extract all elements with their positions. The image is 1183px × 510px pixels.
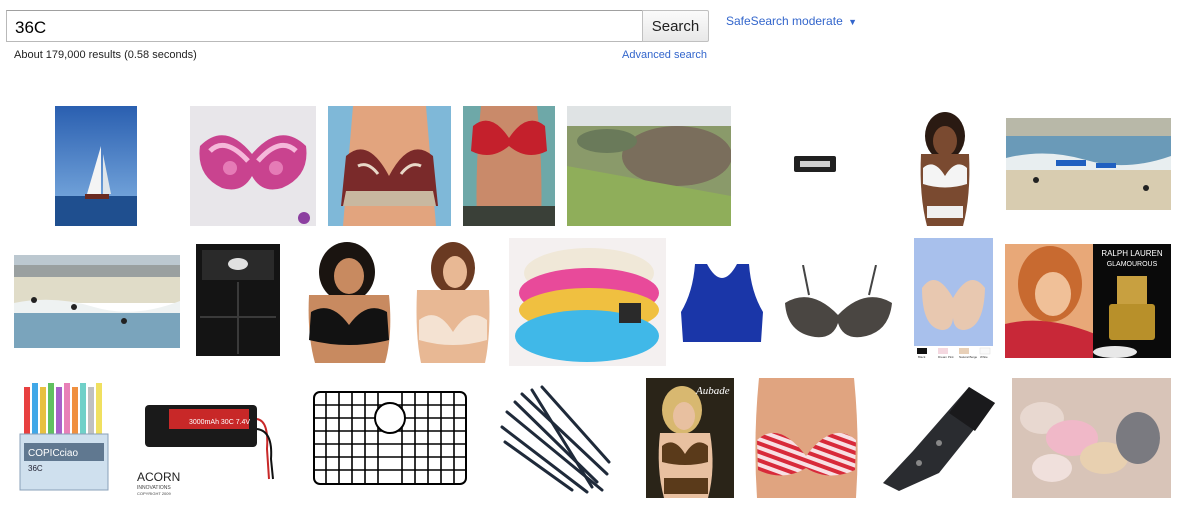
image-result-knife-sheath[interactable] (879, 383, 999, 492)
lingerie-brand-text: Aubade (695, 385, 730, 397)
image-result-lingerie-ad[interactable]: Aubade (646, 378, 734, 498)
search-input[interactable] (6, 10, 642, 42)
image-result-perfume[interactable]: RALPH LAUREN GLAMOUROUS (1005, 244, 1171, 358)
image-result-woman-white-bra[interactable] (909, 106, 981, 226)
image-result-beach-buildings[interactable] (14, 255, 180, 348)
swatch-label: Dream Pink (938, 355, 954, 359)
swatch-label: White (980, 355, 988, 359)
image-result-woman-black-bra[interactable] (299, 240, 397, 363)
image-result-colorful-bras[interactable] (509, 238, 666, 366)
battery-label-text: 3000mAh 30C 7.4V (189, 419, 250, 426)
perfume-brand-text: RALPH LAUREN (1101, 249, 1163, 258)
image-result-sailboat[interactable] (55, 106, 137, 226)
image-result-field-landscape[interactable] (567, 106, 731, 226)
image-result-striped-bikini[interactable] (749, 378, 864, 498)
search-button[interactable]: Search (642, 10, 709, 42)
image-result-markers[interactable]: COPICciao 36C (14, 379, 118, 498)
image-result-blue-sports-bra[interactable] (679, 262, 765, 342)
image-result-cable-ties[interactable] (497, 382, 612, 495)
image-result-battery[interactable]: 3000mAh 30C 7.4V ACORN INNOVATIONS COPYR… (129, 379, 296, 498)
marker-brand-text: COPICciao (28, 448, 78, 459)
chevron-down-icon: ▼ (848, 17, 858, 27)
image-result-beige-bra-swatches[interactable]: Black Dream Pink Natural Beige White (914, 238, 993, 359)
safesearch-label: SafeSearch moderate (726, 14, 843, 28)
battery-brand-text: ACORN (137, 470, 180, 484)
battery-copyright-text: COPYRIGHT 2009 (137, 491, 171, 496)
swatch-label: Black (918, 355, 926, 359)
image-result-beach-surfers[interactable] (1006, 118, 1171, 210)
advanced-search-link[interactable]: Advanced search (622, 49, 707, 61)
image-result-grey-bra[interactable] (781, 265, 896, 341)
marker-count-text: 36C (28, 464, 43, 473)
swatch-label: Natural Beige (959, 355, 978, 359)
image-result-woman-nude-bra[interactable] (409, 240, 497, 363)
safesearch-dropdown[interactable]: SafeSearch moderate ▼ (726, 14, 857, 28)
image-result-device[interactable] (794, 156, 836, 172)
image-result-sink-grid[interactable] (311, 388, 469, 488)
image-result-bras-on-sheet[interactable] (1012, 378, 1171, 498)
image-result-speaker-cabinet[interactable] (190, 242, 283, 365)
image-result-red-bra[interactable] (463, 106, 555, 226)
image-result-paisley-bikini[interactable] (328, 106, 451, 226)
perfume-name-text: GLAMOUROUS (1107, 261, 1158, 268)
image-result-pink-bra[interactable] (190, 106, 316, 226)
result-stats: About 179,000 results (0.58 seconds) (14, 49, 197, 61)
